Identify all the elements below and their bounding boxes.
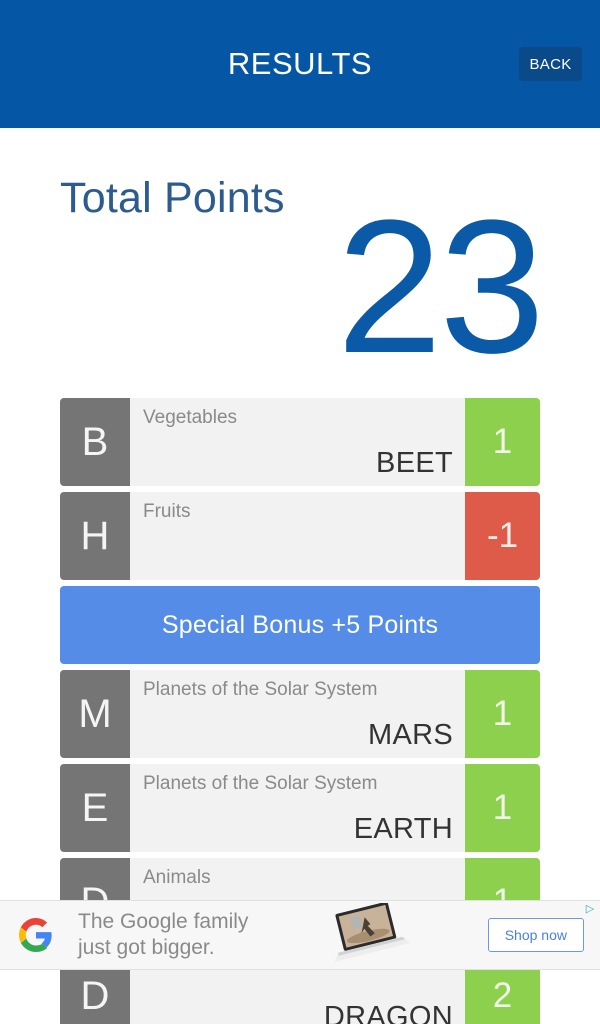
- row-category: Animals: [143, 867, 211, 888]
- table-row[interactable]: H Fruits -1: [60, 492, 540, 580]
- row-content: Planets of the Solar System EARTH: [130, 764, 465, 852]
- row-content: Vegetables BEET: [130, 398, 465, 486]
- row-score: 1: [465, 398, 540, 486]
- row-answer: BEET: [376, 447, 453, 479]
- shop-now-button[interactable]: Shop now: [487, 918, 584, 952]
- row-answer: MARS: [368, 719, 453, 751]
- row-category: Fruits: [143, 501, 191, 522]
- row-letter-badge: E: [60, 764, 130, 852]
- ad-headline-line-1: The Google family: [78, 909, 249, 933]
- table-row[interactable]: E Planets of the Solar System EARTH 1: [60, 764, 540, 852]
- total-points-value: 23: [336, 181, 545, 393]
- total-points-label: Total Points: [60, 174, 285, 222]
- row-category: Vegetables: [143, 407, 238, 428]
- row-score: -1: [465, 492, 540, 580]
- google-g-logo-icon: [0, 918, 72, 952]
- page-title: RESULTS: [227, 46, 373, 81]
- row-letter-badge: M: [60, 670, 130, 758]
- row-score: 1: [465, 670, 540, 758]
- row-content: Fruits: [130, 492, 465, 580]
- special-bonus-banner: Special Bonus +5 Points: [60, 586, 540, 664]
- ad-product-image: [248, 903, 487, 967]
- back-button[interactable]: BACK: [519, 47, 582, 81]
- row-letter-badge: B: [60, 398, 130, 486]
- row-answer: EARTH: [353, 813, 453, 845]
- table-row[interactable]: B Vegetables BEET 1: [60, 398, 540, 486]
- row-letter-badge: H: [60, 492, 130, 580]
- row-score: 1: [465, 764, 540, 852]
- row-content: Planets of the Solar System MARS: [130, 670, 465, 758]
- row-category: Planets of the Solar System: [143, 679, 378, 700]
- row-category: Planets of the Solar System: [143, 773, 378, 794]
- adchoices-icon[interactable]: ▷: [582, 903, 598, 916]
- results-screen: RESULTS BACK Total Points 23 B Vegetable…: [0, 0, 600, 1024]
- table-row[interactable]: M Planets of the Solar System MARS 1: [60, 670, 540, 758]
- app-header: RESULTS BACK: [0, 0, 600, 128]
- ad-banner[interactable]: The Google family just got bigger. Shop …: [0, 900, 600, 970]
- ad-headline-line-2: just got bigger.: [78, 936, 215, 959]
- ad-headline: The Google family just got bigger.: [78, 909, 248, 962]
- row-answer: DRAGON: [323, 1001, 453, 1024]
